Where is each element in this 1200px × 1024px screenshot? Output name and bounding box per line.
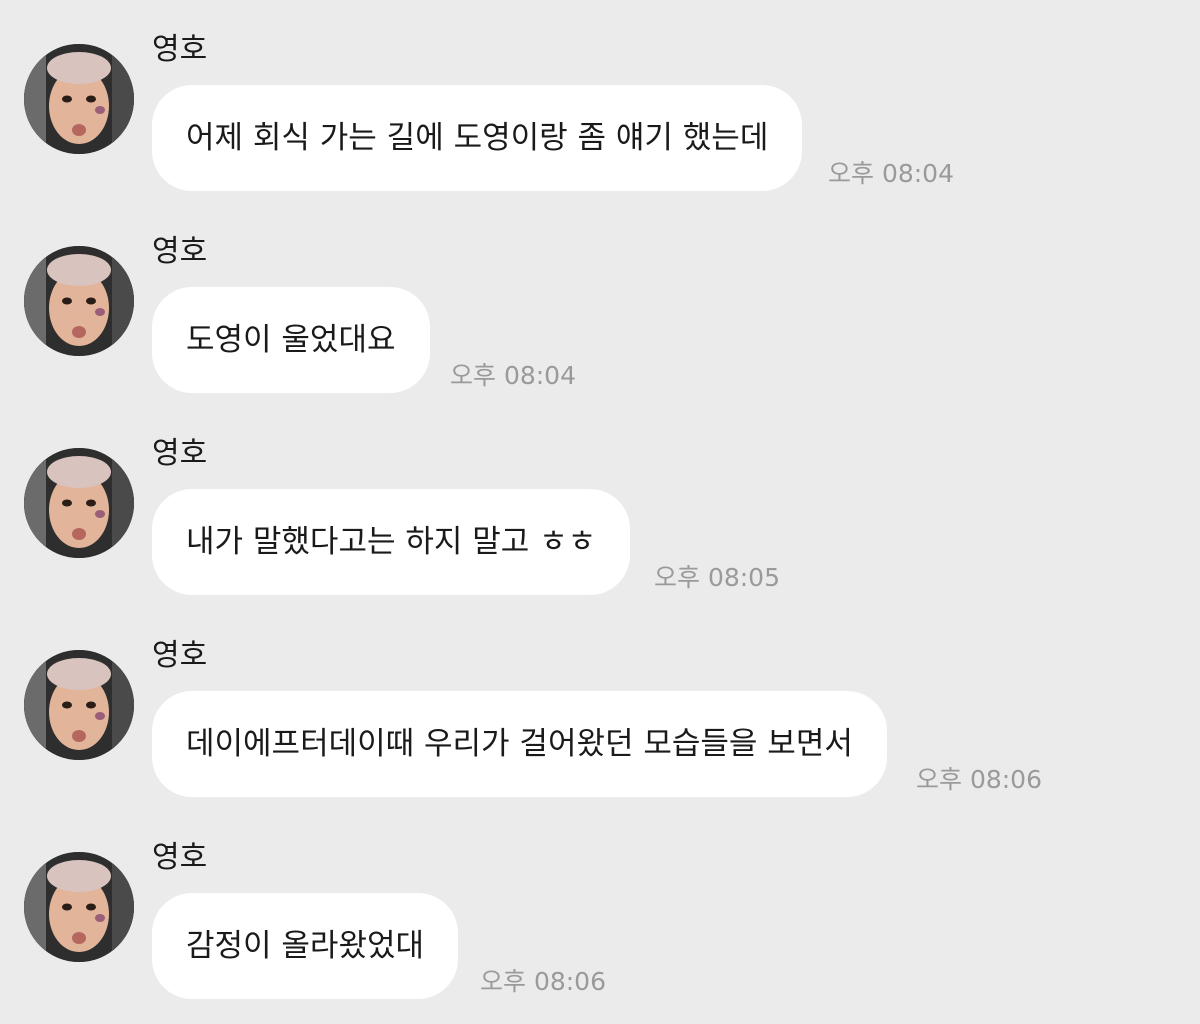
message-group: 영호 데이에프터데이때 우리가 걸어왔던 모습들을 보면서 오후 08:06	[0, 606, 1200, 797]
avatar[interactable]	[24, 44, 134, 154]
message-bubble[interactable]: 내가 말했다고는 하지 말고 ㅎㅎ	[152, 489, 631, 595]
message-bubble[interactable]: 데이에프터데이때 우리가 걸어왔던 모습들을 보면서	[152, 691, 887, 797]
message-bubble[interactable]: 도영이 울었대요	[152, 287, 430, 393]
message-timestamp: 오후 08:05	[654, 563, 780, 592]
profile-photo	[24, 852, 134, 962]
message-bubble[interactable]: 어제 회식 가는 길에 도영이랑 좀 얘기 했는데	[152, 85, 803, 191]
sender-name: 영호	[152, 436, 208, 471]
avatar[interactable]	[24, 852, 134, 962]
chat-message-list[interactable]: 영호 어제 회식 가는 길에 도영이랑 좀 얘기 했는데 오후 08:04 영호…	[0, 0, 1200, 1024]
profile-photo	[24, 448, 134, 558]
message-group: 영호 어제 회식 가는 길에 도영이랑 좀 얘기 했는데 오후 08:04	[0, 0, 1200, 191]
profile-photo	[24, 246, 134, 356]
message-timestamp: 오후 08:04	[450, 361, 576, 390]
sender-name: 영호	[152, 638, 208, 673]
message-group: 영호 내가 말했다고는 하지 말고 ㅎㅎ 오후 08:05	[0, 404, 1200, 595]
avatar[interactable]	[24, 650, 134, 760]
sender-name: 영호	[152, 32, 208, 67]
sender-name: 영호	[152, 840, 208, 875]
message-group: 영호 도영이 울었대요 오후 08:04	[0, 202, 1200, 393]
sender-name: 영호	[152, 234, 208, 269]
message-timestamp: 오후 08:06	[916, 765, 1042, 794]
message-timestamp: 오후 08:04	[828, 159, 954, 188]
profile-photo	[24, 44, 134, 154]
message-timestamp: 오후 08:06	[480, 967, 606, 996]
message-bubble[interactable]: 감정이 올라왔었대	[152, 893, 459, 999]
profile-photo	[24, 650, 134, 760]
avatar[interactable]	[24, 246, 134, 356]
avatar[interactable]	[24, 448, 134, 558]
message-group: 영호 감정이 올라왔었대 오후 08:06	[0, 808, 1200, 999]
